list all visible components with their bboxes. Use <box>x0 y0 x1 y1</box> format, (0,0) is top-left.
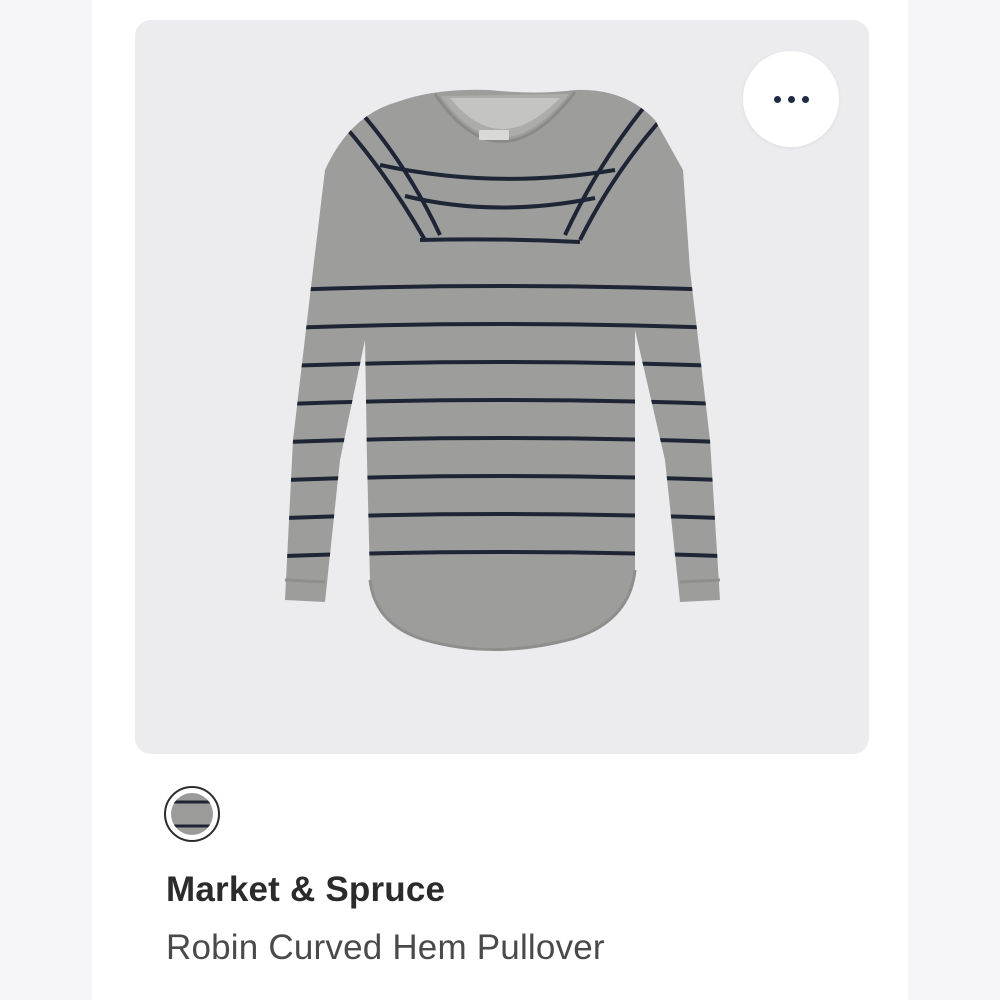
sweater-body <box>285 89 720 650</box>
right-gutter <box>908 0 1000 1000</box>
garment-tag <box>479 130 509 140</box>
left-gutter <box>0 0 92 1000</box>
product-image-card[interactable] <box>135 20 869 754</box>
more-horizontal-icon <box>773 95 809 103</box>
brand-name: Market & Spruce <box>166 870 446 909</box>
color-swatch[interactable] <box>164 786 220 842</box>
product-title: Robin Curved Hem Pullover <box>166 928 605 967</box>
product-card-page: Market & Spruce Robin Curved Hem Pullove… <box>0 0 1000 1000</box>
more-options-button[interactable] <box>743 51 839 147</box>
swatch-stripe-icon <box>171 793 213 835</box>
